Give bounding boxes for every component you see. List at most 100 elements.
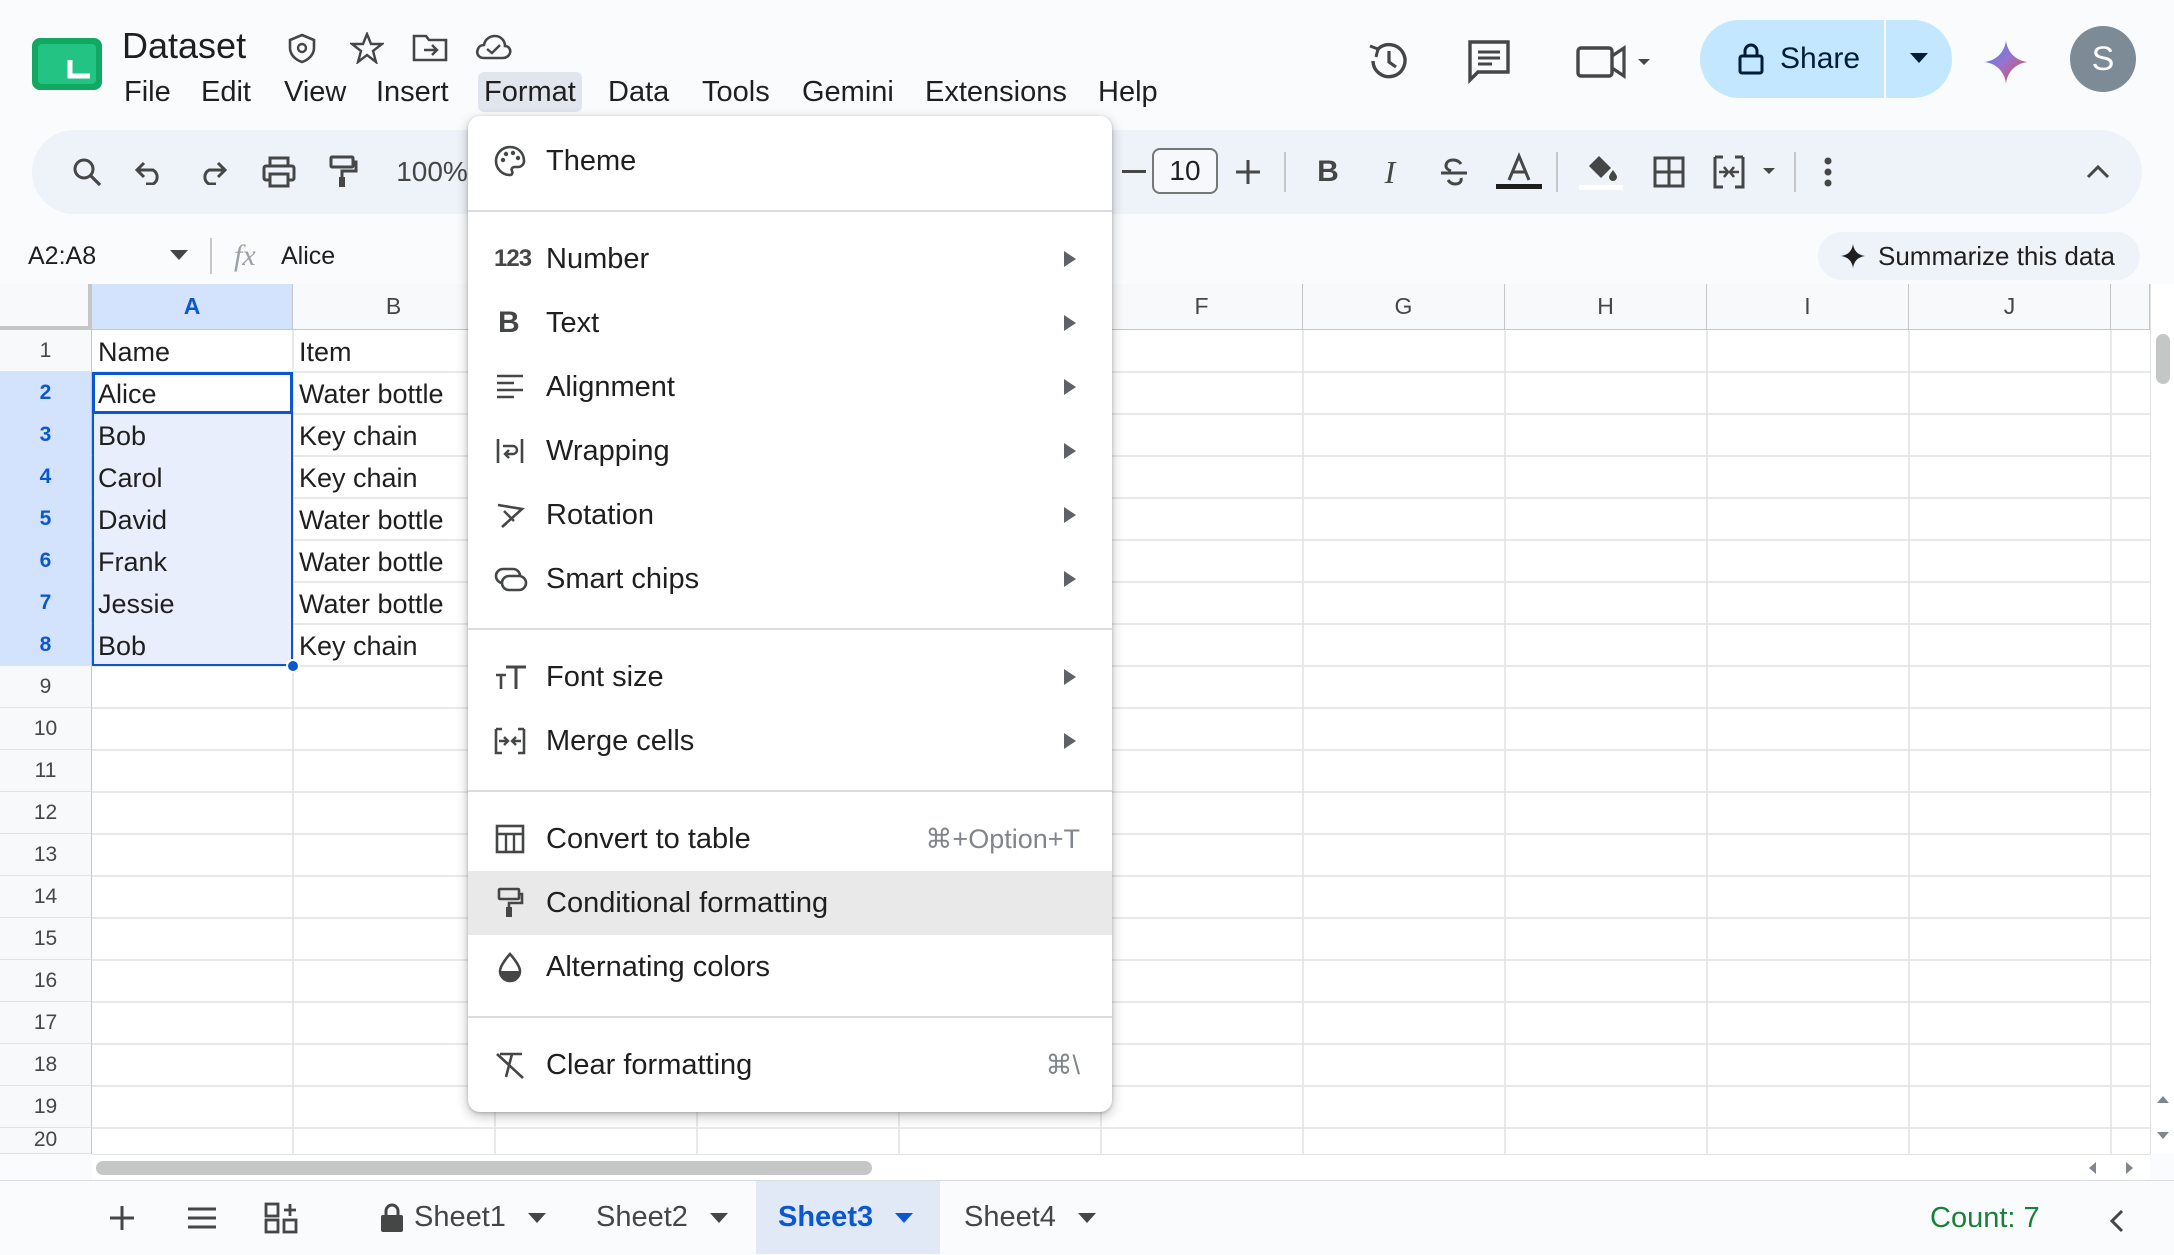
row-header-14[interactable]: 14	[0, 876, 92, 918]
cell-a5[interactable]: David	[92, 499, 167, 541]
row-header-13[interactable]: 13	[0, 834, 92, 876]
row-header-20[interactable]: 20	[0, 1128, 92, 1154]
cell-a7[interactable]: Jessie	[92, 583, 175, 625]
more-vert-icon[interactable]	[1808, 130, 1848, 214]
tab-sheet2[interactable]: Sheet2	[576, 1181, 748, 1254]
comments-icon[interactable]	[1466, 38, 1512, 84]
cell-b5[interactable]: Water bottle	[293, 499, 444, 541]
add-sheet-icon[interactable]	[108, 1204, 136, 1232]
menu-item-merge-cells[interactable]: Merge cells	[468, 709, 1112, 773]
name-box-dropdown-icon[interactable]	[170, 250, 188, 262]
cell-a2[interactable]: Alice	[92, 373, 157, 415]
vertical-scrollbar[interactable]	[2150, 284, 2174, 1154]
share-dropdown-button[interactable]	[1886, 20, 1952, 98]
menu-item-clear-formatting[interactable]: Clear formatting ⌘\	[468, 1033, 1112, 1097]
menu-item-smart-chips[interactable]: Smart chips	[468, 547, 1112, 611]
cell-b4[interactable]: Key chain	[293, 457, 418, 499]
menu-format[interactable]: Format	[478, 72, 582, 112]
row-header-11[interactable]: 11	[0, 750, 92, 792]
row-header-17[interactable]: 17	[0, 1002, 92, 1044]
row-header-7[interactable]: 7	[0, 582, 92, 624]
menu-item-theme[interactable]: Theme	[468, 129, 1112, 193]
cloud-status-icon[interactable]	[474, 32, 512, 62]
search-menus-icon[interactable]	[62, 130, 112, 214]
scroll-right-arrow[interactable]	[2126, 1162, 2133, 1174]
fill-color-icon[interactable]	[1576, 130, 1626, 214]
row-header-19[interactable]: 19	[0, 1086, 92, 1128]
menu-tools[interactable]: Tools	[696, 72, 776, 112]
cell-a3[interactable]: Bob	[92, 415, 146, 457]
row-header-1[interactable]: 1	[0, 330, 92, 372]
name-box[interactable]: A2:A8	[28, 236, 96, 276]
select-all-corner[interactable]	[0, 284, 92, 330]
strikethrough-icon[interactable]	[1432, 130, 1476, 214]
italic-icon[interactable]: I	[1368, 130, 1412, 214]
column-header-h[interactable]: H	[1505, 284, 1707, 330]
gemini-icon[interactable]	[1982, 38, 2030, 86]
font-size-input[interactable]: 10	[1152, 148, 1218, 194]
row-header-9[interactable]: 9	[0, 666, 92, 708]
menu-extensions[interactable]: Extensions	[919, 72, 1073, 112]
cell-b6[interactable]: Water bottle	[293, 541, 444, 583]
row-header-18[interactable]: 18	[0, 1044, 92, 1086]
bold-icon[interactable]: B	[1306, 130, 1350, 214]
row-header-2[interactable]: 2	[0, 372, 92, 414]
menu-item-alternating-colors[interactable]: Alternating colors	[468, 935, 1112, 999]
tab-sheet1[interactable]: Sheet1	[360, 1181, 566, 1254]
menu-item-text[interactable]: B Text	[468, 291, 1112, 355]
menu-view[interactable]: View	[278, 72, 352, 112]
menu-data[interactable]: Data	[602, 72, 675, 112]
row-header-12[interactable]: 12	[0, 792, 92, 834]
menu-item-wrapping[interactable]: Wrapping	[468, 419, 1112, 483]
menu-item-convert-to-table[interactable]: Convert to table ⌘+Option+T	[468, 807, 1112, 871]
increase-font-size-icon[interactable]	[1228, 130, 1268, 214]
row-header-16[interactable]: 16	[0, 960, 92, 1002]
selection-count[interactable]: Count: 7	[1930, 1198, 2040, 1238]
column-header-i[interactable]: I	[1707, 284, 1909, 330]
cell-b2[interactable]: Water bottle	[293, 373, 444, 415]
text-color-icon[interactable]	[1494, 130, 1544, 214]
row-header-6[interactable]: 6	[0, 540, 92, 582]
column-header-b[interactable]: B	[293, 284, 495, 330]
horizontal-scroll-thumb[interactable]	[96, 1161, 872, 1175]
scroll-down-arrow[interactable]	[2157, 1132, 2169, 1139]
label-icon[interactable]	[286, 32, 318, 64]
column-header-j[interactable]: J	[1909, 284, 2111, 330]
move-folder-icon[interactable]	[412, 32, 448, 62]
sheets-logo[interactable]	[32, 38, 102, 90]
cell-a6[interactable]: Frank	[92, 541, 167, 583]
document-title[interactable]: Dataset	[122, 24, 246, 68]
row-header-10[interactable]: 10	[0, 708, 92, 750]
menu-item-number[interactable]: 123 Number	[468, 227, 1112, 291]
menu-item-alignment[interactable]: Alignment	[468, 355, 1112, 419]
cell-b7[interactable]: Water bottle	[293, 583, 444, 625]
row-header-4[interactable]: 4	[0, 456, 92, 498]
merge-cells-icon[interactable]	[1708, 130, 1788, 214]
version-history-icon[interactable]	[1366, 38, 1412, 84]
formula-input[interactable]: Alice	[281, 236, 335, 276]
menu-help[interactable]: Help	[1092, 72, 1164, 112]
side-panel-toggle-icon[interactable]	[2108, 1208, 2126, 1234]
redo-icon[interactable]	[188, 130, 238, 214]
undo-icon[interactable]	[124, 130, 174, 214]
cell-b3[interactable]: Key chain	[293, 415, 418, 457]
paint-format-icon[interactable]	[318, 130, 368, 214]
menu-insert[interactable]: Insert	[370, 72, 455, 112]
meet-icon[interactable]	[1576, 42, 1656, 82]
tab-sheet3[interactable]: Sheet3	[756, 1181, 940, 1254]
menu-item-font-size[interactable]: Font size	[468, 645, 1112, 709]
menu-edit[interactable]: Edit	[195, 72, 257, 112]
menu-file[interactable]: File	[118, 72, 177, 112]
row-header-8[interactable]: 8	[0, 624, 92, 666]
scroll-left-arrow[interactable]	[2089, 1162, 2096, 1174]
explore-sheets-icon[interactable]	[264, 1202, 300, 1234]
print-icon[interactable]	[254, 130, 304, 214]
row-header-3[interactable]: 3	[0, 414, 92, 456]
horizontal-scrollbar[interactable]	[92, 1154, 2150, 1181]
avatar[interactable]: S	[2070, 26, 2136, 92]
column-header-g[interactable]: G	[1303, 284, 1505, 330]
tab-sheet4[interactable]: Sheet4	[944, 1181, 1116, 1254]
collapse-toolbar-icon[interactable]	[2078, 130, 2118, 214]
menu-item-rotation[interactable]: Rotation	[468, 483, 1112, 547]
borders-icon[interactable]	[1644, 130, 1694, 214]
